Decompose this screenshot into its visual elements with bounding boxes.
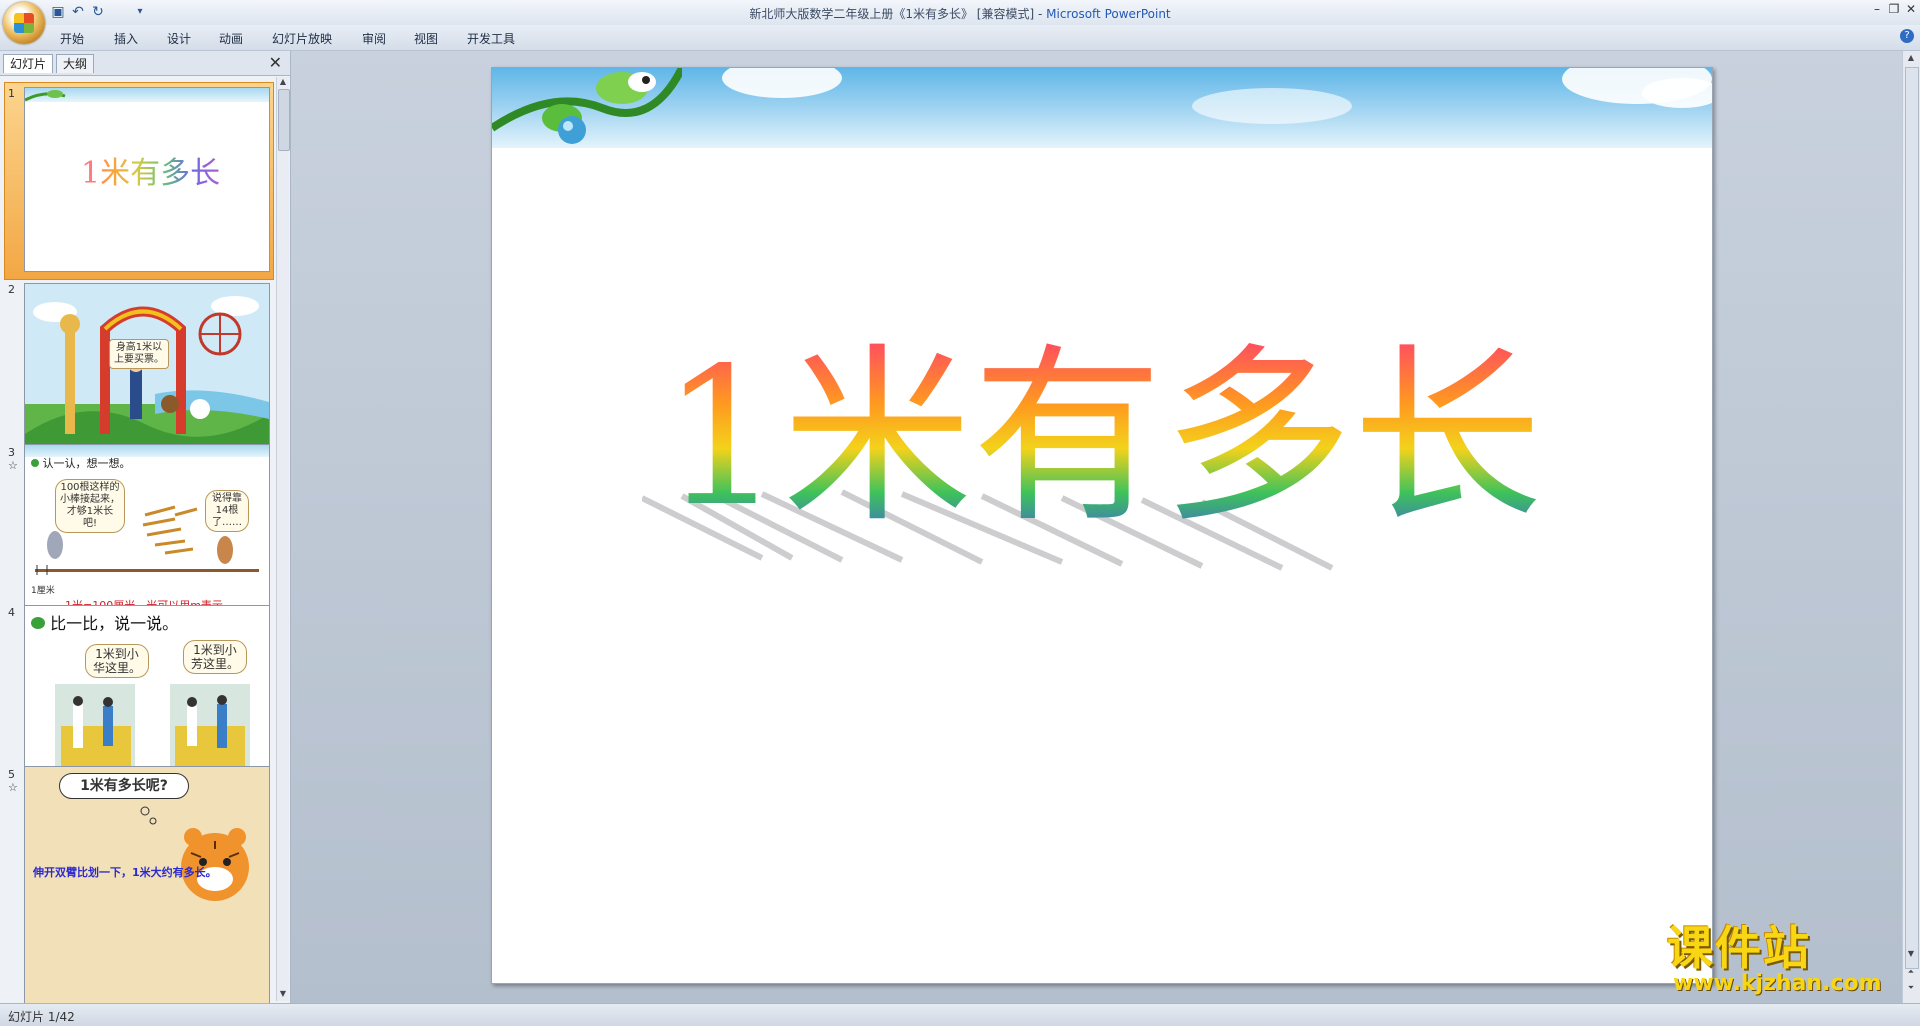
- watermark-url: www.kjzhan.com: [1673, 971, 1882, 996]
- slide-number: 4: [8, 606, 15, 619]
- animation-star-icon: ☆: [8, 459, 18, 472]
- cloud: [1642, 78, 1712, 108]
- cloud: [722, 68, 842, 98]
- tab-slides[interactable]: 幻灯片: [3, 54, 54, 73]
- tab-outline[interactable]: 大纲: [56, 54, 95, 73]
- tab-design[interactable]: 设计: [167, 30, 191, 47]
- window-title: 新北师大版数学二年级上册《1米有多长》 [兼容模式] - Microsoft P…: [0, 5, 1920, 22]
- tab-animations[interactable]: 动画: [219, 30, 243, 47]
- ribbon-tabs: 开始 插入 设计 动画 幻灯片放映 审阅 视图 开发工具 ?: [0, 25, 1920, 51]
- current-slide[interactable]: 1米有多长: [491, 67, 1713, 984]
- previous-slide-icon[interactable]: ⏶: [1905, 967, 1917, 979]
- vine-decoration-icon: [492, 68, 682, 144]
- vine-decoration-icon: [25, 90, 66, 102]
- tab-view[interactable]: 视图: [414, 30, 438, 47]
- slide-thumbnail-2[interactable]: 身高1米以上要买票。: [24, 283, 270, 468]
- site-watermark: 课件站 www.kjzhan.com: [1665, 922, 1905, 1002]
- slide-title[interactable]: 1米有多长: [492, 338, 1712, 538]
- slide-counter: 幻灯片 1/42: [8, 1010, 75, 1024]
- slide-number: 5: [8, 768, 15, 781]
- title-separator: -: [1034, 7, 1047, 21]
- pane-tabs: 幻灯片 大纲 ✕: [0, 51, 290, 76]
- scroll-up-icon[interactable]: ▲: [1905, 53, 1917, 65]
- minimize-button[interactable]: –: [1868, 2, 1886, 16]
- vertical-scrollbar[interactable]: ▲ ▼ ⏶ ⏷: [1902, 51, 1920, 1003]
- office-button[interactable]: [3, 2, 45, 44]
- title-bar: 新北师大版数学二年级上册《1米有多长》 [兼容模式] - Microsoft P…: [0, 0, 1920, 25]
- save-icon[interactable]: ▣: [50, 4, 66, 20]
- tab-developer[interactable]: 开发工具: [467, 30, 515, 47]
- tiger-cartoon-illustration: [140, 806, 249, 901]
- scroll-down-icon[interactable]: ▼: [1905, 949, 1917, 961]
- restore-button[interactable]: ❐: [1885, 2, 1903, 16]
- document-title: 新北师大版数学二年级上册《1米有多长》 [兼容模式]: [749, 7, 1035, 21]
- status-bar: 幻灯片 1/42: [0, 1003, 1920, 1026]
- close-pane-icon[interactable]: ✕: [269, 53, 282, 72]
- next-slide-icon[interactable]: ⏷: [1905, 983, 1917, 995]
- thumbnail-caption: 伸开双臂比划一下，1米大约有多长。: [33, 866, 217, 879]
- tab-review[interactable]: 审阅: [362, 30, 386, 47]
- redo-icon[interactable]: ↻: [90, 4, 106, 20]
- scrollbar-thumb[interactable]: [1905, 67, 1919, 969]
- slide-number: 3: [8, 446, 15, 459]
- scroll-down-icon[interactable]: ▼: [277, 989, 289, 1001]
- thumbnails-scrollbar[interactable]: ▲ ▼: [276, 77, 290, 1001]
- cloud: [1192, 88, 1352, 124]
- slides-pane: 幻灯片 大纲 ✕ ▲ ▼ 1 1米有多长 2 身高1米以上要买票。 3 ☆ 认一…: [0, 51, 291, 1004]
- tab-slideshow[interactable]: 幻灯片放映: [272, 30, 332, 47]
- height-photos-illustration: [55, 684, 250, 774]
- animation-star-icon: ☆: [8, 781, 18, 794]
- slide-title-text: 1米有多长: [661, 327, 1543, 548]
- scroll-up-icon[interactable]: ▲: [277, 77, 289, 89]
- slide-thumbnail-1[interactable]: 1米有多长: [24, 87, 270, 272]
- slide-thumbnail-5[interactable]: 1米有多长呢? 伸开双臂比划一下，1米大约有多长。: [24, 766, 270, 1004]
- slide-number: 1: [8, 87, 15, 100]
- customize-quick-access-icon[interactable]: ▾: [132, 4, 148, 20]
- centimeter-label: 1厘米: [31, 586, 55, 596]
- help-icon[interactable]: ?: [1900, 29, 1914, 43]
- slide-number: 2: [8, 283, 15, 296]
- slide-thumbnail-3[interactable]: 认一认，想一想。 100根这样的小棒接起来，才够1米长吧! 说得靠14根了…… …: [24, 444, 270, 629]
- tab-insert[interactable]: 插入: [114, 30, 138, 47]
- ticket-sign: 身高1米以上要买票。: [109, 339, 169, 369]
- undo-icon[interactable]: ↶: [70, 4, 86, 20]
- tab-home[interactable]: 开始: [60, 30, 84, 47]
- office-logo-icon: [14, 13, 34, 33]
- close-window-button[interactable]: ✕: [1902, 2, 1920, 16]
- app-name: Microsoft PowerPoint: [1046, 7, 1171, 21]
- watermark-title: 课件站: [1667, 921, 1811, 975]
- amusement-park-illustration: [25, 284, 269, 467]
- scrollbar-thumb[interactable]: [278, 89, 290, 151]
- thumbnail-title: 1米有多长: [81, 148, 220, 192]
- slide-thumbnail-4[interactable]: 比一比，说一说。 1米到小华这里。 1米到小芳这里。: [24, 605, 270, 790]
